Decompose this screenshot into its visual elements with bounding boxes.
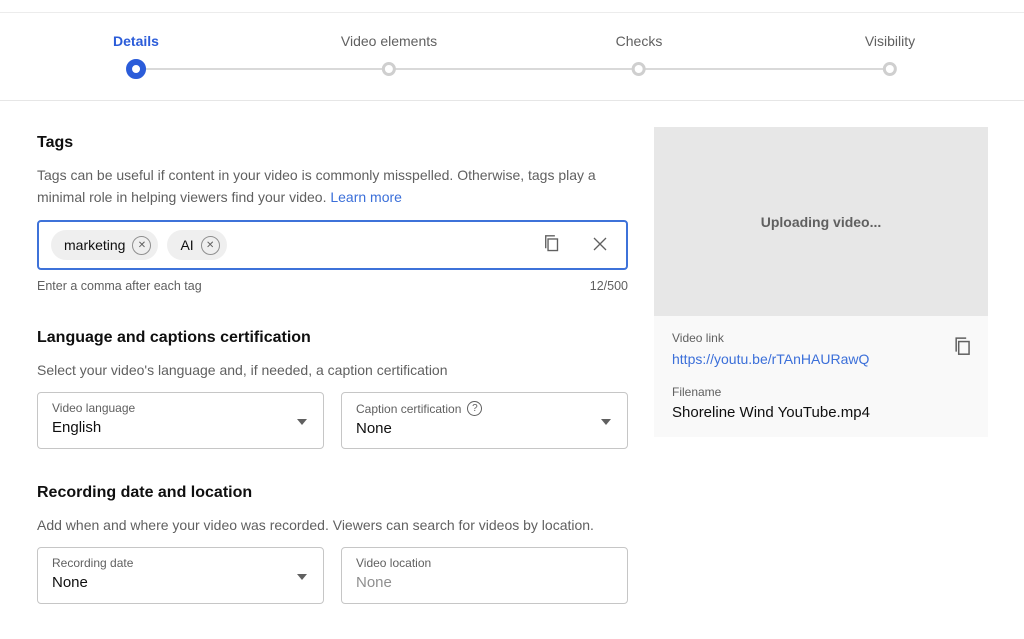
step-details-label: Details	[113, 33, 159, 49]
caption-certification-value: None	[356, 420, 613, 437]
tag-chip-ai: AI ✕	[167, 230, 226, 260]
tag-chip-label: AI	[180, 237, 193, 253]
tags-description-text: Tags can be useful if content in your vi…	[37, 167, 596, 205]
step-checks-dot[interactable]	[632, 62, 646, 76]
caption-certification-label: Caption certification	[356, 402, 461, 416]
copy-icon	[541, 233, 562, 257]
chevron-down-icon	[601, 419, 611, 425]
recording-fields-row: Recording date None Video location None	[37, 547, 628, 604]
video-info-panel: Video link https://youtu.be/rTAnHAURawQ …	[654, 316, 988, 437]
recording-section-description: Add when and where your video was record…	[37, 517, 628, 533]
tags-section-description: Tags can be useful if content in your vi…	[37, 164, 628, 208]
video-link[interactable]: https://youtu.be/rTAnHAURawQ	[672, 351, 970, 367]
video-preview-card: Uploading video... Video link https://yo…	[654, 127, 988, 437]
dialog-top-spacer	[0, 0, 1024, 13]
copy-link-button[interactable]	[951, 335, 974, 361]
recording-date-label: Recording date	[52, 556, 309, 570]
recording-date-value: None	[52, 574, 309, 591]
video-location-placeholder: None	[356, 574, 613, 591]
video-link-label: Video link	[672, 331, 970, 345]
video-preview: Uploading video...	[654, 127, 988, 316]
tag-chips: marketing ✕ AI ✕	[51, 230, 227, 260]
step-checks-label: Checks	[616, 33, 663, 49]
tag-chip-label: marketing	[64, 237, 125, 253]
language-section-title: Language and captions certification	[37, 329, 628, 347]
tags-char-counter: 12/500	[590, 279, 628, 293]
details-form: Tags Tags can be useful if content in yo…	[37, 101, 628, 604]
step-details-dot[interactable]	[126, 59, 146, 79]
filename-label: Filename	[672, 385, 970, 399]
video-language-value: English	[52, 419, 309, 436]
tag-chip-marketing: marketing ✕	[51, 230, 158, 260]
chevron-down-icon	[297, 419, 307, 425]
video-location-label: Video location	[356, 556, 613, 570]
chevron-down-icon	[297, 574, 307, 580]
video-language-label: Video language	[52, 401, 309, 415]
recording-date-dropdown[interactable]: Recording date None	[37, 547, 324, 604]
tags-learn-more-link[interactable]: Learn more	[330, 189, 402, 205]
step-video-elements[interactable]: Video elements	[341, 33, 437, 76]
clear-tags-button[interactable]	[590, 234, 610, 257]
tags-helper-text: Enter a comma after each tag	[37, 279, 202, 293]
step-checks[interactable]: Checks	[616, 33, 663, 76]
help-icon[interactable]: ?	[467, 401, 482, 416]
video-location-field[interactable]: Video location None	[341, 547, 628, 604]
filename-value: Shoreline Wind YouTube.mp4	[672, 404, 970, 421]
language-fields-row: Video language English Caption certifica…	[37, 392, 628, 449]
upload-status-text: Uploading video...	[761, 214, 882, 230]
close-icon	[590, 234, 610, 257]
step-video-elements-dot[interactable]	[382, 62, 396, 76]
dialog-body: Tags Tags can be useful if content in yo…	[0, 101, 1024, 604]
language-section-description: Select your video's language and, if nee…	[37, 362, 628, 378]
step-visibility-dot[interactable]	[883, 62, 897, 76]
step-visibility[interactable]: Visibility	[865, 33, 915, 76]
step-video-elements-label: Video elements	[341, 33, 437, 49]
upload-stepper: Details Video elements Checks Visibility	[0, 13, 1024, 101]
tags-section-title: Tags	[37, 134, 628, 152]
step-visibility-label: Visibility	[865, 33, 915, 49]
video-language-dropdown[interactable]: Video language English	[37, 392, 324, 449]
remove-tag-icon[interactable]: ✕	[132, 236, 151, 255]
stepper-track	[136, 68, 890, 70]
caption-certification-dropdown[interactable]: Caption certification ? None	[341, 392, 628, 449]
step-details[interactable]: Details	[113, 33, 159, 79]
copy-icon	[951, 335, 974, 361]
recording-section-title: Recording date and location	[37, 484, 628, 502]
remove-tag-icon[interactable]: ✕	[201, 236, 220, 255]
tags-input[interactable]: marketing ✕ AI ✕	[37, 220, 628, 270]
tags-helper-row: Enter a comma after each tag 12/500	[37, 279, 628, 293]
copy-tags-button[interactable]	[541, 233, 562, 257]
